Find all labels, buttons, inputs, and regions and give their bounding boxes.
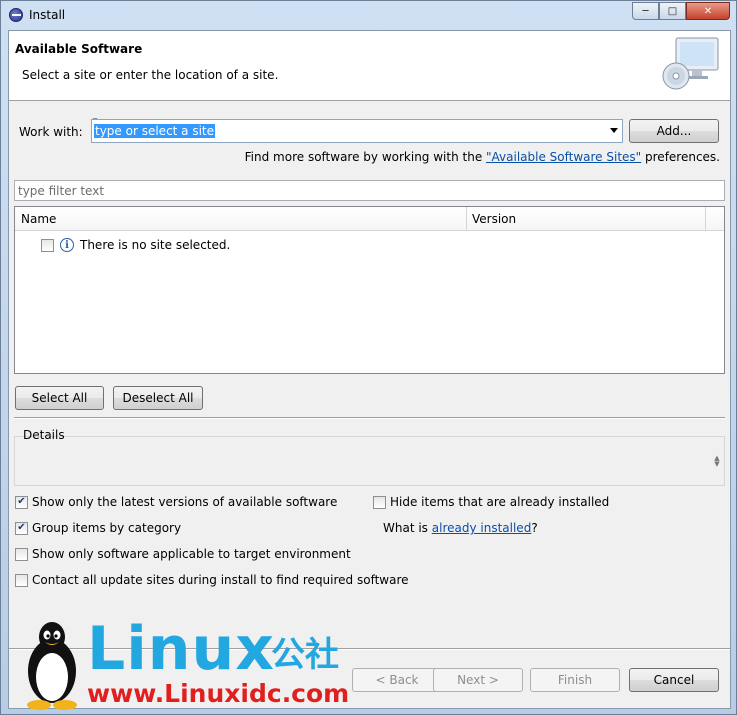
install-window: Install ─ □ ✕ Available Software Select … <box>0 0 737 715</box>
window-title: Install <box>29 8 66 22</box>
details-area: ▲ ▼ <box>14 436 725 486</box>
info-icon: i <box>60 238 74 252</box>
contact-sites-option[interactable]: Contact all update sites during install … <box>15 573 409 587</box>
what-is-suffix: ? <box>531 521 538 535</box>
hide-installed-label: Hide items that are already installed <box>390 495 610 509</box>
what-is-prefix: What is <box>383 521 428 535</box>
what-is-installed-text: What is already installed? <box>383 521 538 535</box>
contact-sites-label: Contact all update sites during install … <box>32 573 409 587</box>
group-by-category-label: Group items by category <box>32 521 182 535</box>
watermark-url: www.Linuxidc.com <box>87 679 350 708</box>
work-with-row: Work with: i type or select a site Add..… <box>19 118 719 145</box>
find-more-text: Find more software by working with the "… <box>245 150 720 164</box>
group-by-category-option[interactable]: ✔ Group items by category <box>15 521 181 535</box>
column-name[interactable]: Name <box>21 212 56 226</box>
cancel-button[interactable]: Cancel <box>629 668 719 692</box>
page-description: Select a site or enter the location of a… <box>22 68 279 82</box>
site-combo-value: type or select a site <box>94 124 216 138</box>
add-site-button[interactable]: Add... <box>629 119 719 143</box>
tux-penguin-icon <box>27 622 77 710</box>
title-bar[interactable]: Install ─ □ ✕ <box>1 1 736 29</box>
install-disc-icon <box>662 37 719 90</box>
deselect-all-button[interactable]: Deselect All <box>113 386 203 410</box>
eclipse-icon <box>9 8 23 22</box>
column-divider[interactable] <box>705 207 706 231</box>
column-divider[interactable] <box>466 207 467 231</box>
target-environment-label: Show only software applicable to target … <box>32 547 351 561</box>
hide-installed-checkbox[interactable] <box>373 495 386 509</box>
software-table: Name Version i There is no site selected… <box>14 206 725 374</box>
find-more-prefix: Find more software by working with the <box>244 150 487 164</box>
latest-versions-label: Show only the latest versions of availab… <box>32 495 338 509</box>
table-row[interactable]: i There is no site selected. <box>41 237 230 253</box>
group-by-category-checkbox[interactable]: ✔ <box>15 521 28 535</box>
target-environment-option[interactable]: Show only software applicable to target … <box>15 547 351 561</box>
available-software-sites-link[interactable]: "Available Software Sites" <box>486 150 641 164</box>
divider <box>14 417 725 419</box>
dialog-content: Available Software Select a site or ente… <box>8 30 731 709</box>
window-controls: ─ □ ✕ <box>632 2 730 20</box>
close-button[interactable]: ✕ <box>686 2 730 20</box>
contact-sites-checkbox[interactable] <box>15 573 28 587</box>
next-button[interactable]: Next > <box>433 668 523 692</box>
minimize-button[interactable]: ─ <box>632 2 659 20</box>
details-scroll-icon[interactable]: ▲ ▼ <box>711 455 723 468</box>
watermark-brand: Linux <box>87 614 275 684</box>
hide-installed-option[interactable]: Hide items that are already installed <box>373 495 609 509</box>
watermark-brand-cn: 公社 <box>271 635 339 675</box>
chevron-down-icon[interactable] <box>610 128 618 133</box>
filter-placeholder: type filter text <box>18 184 105 198</box>
work-with-label: Work with: <box>19 125 83 139</box>
find-more-suffix: preferences. <box>641 150 720 164</box>
select-all-button[interactable]: Select All <box>15 386 104 410</box>
latest-versions-option[interactable]: ✔ Show only the latest versions of avail… <box>15 495 337 509</box>
row-text: There is no site selected. <box>80 238 231 252</box>
column-version[interactable]: Version <box>472 212 516 226</box>
target-environment-checkbox[interactable] <box>15 547 28 561</box>
details-label: Details <box>23 428 65 442</box>
page-title: Available Software <box>15 42 143 56</box>
site-combo[interactable]: type or select a site <box>91 119 623 143</box>
watermark-logo: Linux 公社 www.Linuxidc.com <box>19 619 359 711</box>
row-checkbox[interactable] <box>41 238 54 252</box>
back-button[interactable]: < Back <box>352 668 442 692</box>
filter-input[interactable]: type filter text <box>14 180 725 201</box>
table-header: Name Version <box>15 207 724 231</box>
latest-versions-checkbox[interactable]: ✔ <box>15 495 28 509</box>
finish-button[interactable]: Finish <box>530 668 620 692</box>
already-installed-link[interactable]: already installed <box>432 521 532 535</box>
maximize-button[interactable]: □ <box>659 2 686 20</box>
header-banner: Available Software Select a site or ente… <box>9 31 730 101</box>
